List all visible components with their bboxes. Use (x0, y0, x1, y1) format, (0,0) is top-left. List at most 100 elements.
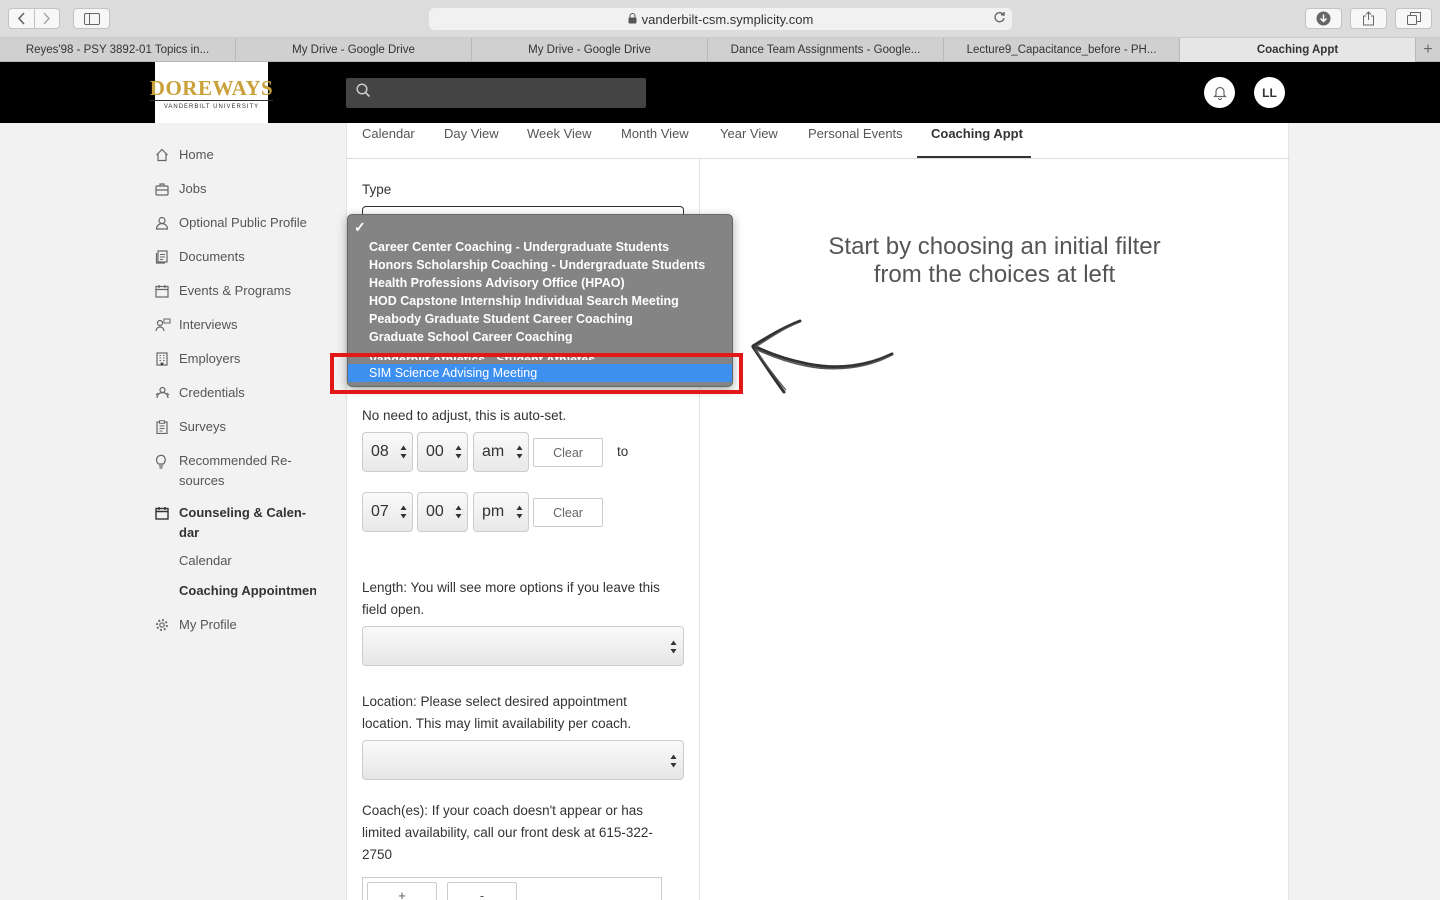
tab-day-view[interactable]: Day View (444, 126, 499, 141)
sidebar-item-label: Optional Public Profile (179, 215, 307, 230)
browser-tab-active[interactable]: Coaching Appt (1180, 38, 1416, 62)
start-hour-select[interactable]: 08 (362, 432, 413, 472)
calendar-icon (155, 503, 179, 523)
sidebar-item-label-group: Counseling & Calen- dar (179, 503, 306, 543)
browser-tab[interactable]: Dance Team Assignments - Google... (708, 38, 944, 62)
sidebar-subitem-calendar[interactable]: Calendar (179, 553, 232, 568)
coach-list-box: + - (362, 877, 662, 900)
stepper-arrows-icon (516, 445, 523, 459)
notifications-bell-icon[interactable] (1204, 77, 1235, 108)
end-hour-select[interactable]: 07 (362, 492, 413, 532)
logo-subtitle: VANDERBILT UNIVERSITY (163, 103, 260, 110)
forward-icon[interactable] (33, 9, 60, 28)
sidebar-item-employers[interactable]: Employers (155, 349, 240, 369)
tab-calendar[interactable]: Calendar (362, 126, 415, 141)
type-option[interactable]: Graduate School Career Coaching (348, 328, 732, 346)
calendar-icon (155, 281, 179, 301)
sidebar-item-label: Documents (179, 249, 245, 264)
sidebar-subitem-coaching-appointments[interactable]: Coaching Appointments (179, 583, 316, 598)
stepper-arrows-icon (455, 505, 462, 519)
browser-tab[interactable]: My Drive - Google Drive (472, 38, 708, 62)
tab-week-view[interactable]: Week View (527, 126, 592, 141)
location-select[interactable] (362, 740, 684, 780)
browser-tab[interactable]: My Drive - Google Drive (236, 38, 472, 62)
site-logo[interactable]: DOREWAYS VANDERBILT UNIVERSITY (149, 62, 274, 123)
sidebar-item-credentials[interactable]: Credentials (155, 383, 245, 403)
user-avatar[interactable]: LL (1254, 77, 1285, 108)
type-option[interactable]: Career Center Coaching - Undergraduate S… (348, 238, 732, 256)
download-icon[interactable] (1305, 8, 1342, 29)
length-label: Length: You will see more options if you… (362, 577, 660, 621)
sidebar-item-label: Recommended Re- (179, 453, 292, 468)
sidebar-item-interviews[interactable]: Interviews (155, 315, 238, 335)
sidebar-item-my-profile[interactable]: My Profile (155, 615, 237, 635)
filter-hint-text: Start by choosing an initial filter from… (828, 233, 1161, 288)
start-ampm-value: am (482, 443, 505, 460)
user-icon (155, 213, 179, 233)
coach-label: Coach(es): If your coach doesn't appear … (362, 800, 653, 866)
browser-tab[interactable]: Reyes'98 - PSY 3892-01 Topics in... (0, 38, 236, 62)
add-coach-button[interactable]: + (367, 882, 437, 900)
tabs-overview-icon[interactable] (1395, 8, 1432, 29)
annotation-highlight-box (330, 353, 743, 394)
clear-end-button[interactable]: Clear (533, 498, 603, 527)
coach-label-line1: Coach(es): If your coach doesn't appear … (362, 803, 643, 818)
tab-year-view[interactable]: Year View (720, 126, 778, 141)
site-header: DOREWAYS VANDERBILT UNIVERSITY LL (0, 62, 1440, 123)
length-select[interactable] (362, 626, 684, 666)
share-icon[interactable] (1350, 8, 1387, 29)
address-bar[interactable]: vanderbilt-csm.symplicity.com (429, 8, 1012, 30)
calendar-tabs: Calendar Day View Week View Month View Y… (347, 123, 1290, 159)
end-minute-select[interactable]: 00 (417, 492, 468, 532)
coach-label-line2: limited availability, call our front des… (362, 825, 653, 840)
interviews-icon (155, 315, 179, 335)
documents-icon (155, 247, 179, 267)
sidebar-item-label: Surveys (179, 419, 226, 434)
time-note: No need to adjust, this is auto-set. (362, 408, 567, 423)
start-minute-select[interactable]: 00 (417, 432, 468, 472)
coach-label-line3: 2750 (362, 847, 393, 862)
sidebar-item-documents[interactable]: Documents (155, 247, 245, 267)
sidebar-item-recommended-resources[interactable]: Recommended Re- sources (155, 451, 292, 491)
sidebar-item-jobs[interactable]: Jobs (155, 179, 206, 199)
end-ampm-value: pm (482, 503, 505, 520)
type-option[interactable]: HOD Capstone Internship Individual Searc… (348, 292, 732, 310)
sidebar-item-label: Home (179, 147, 214, 162)
reload-icon[interactable] (993, 11, 1006, 27)
sidebar-item-events[interactable]: Events & Programs (155, 281, 291, 301)
sidebar-item-label: Interviews (179, 317, 238, 332)
sidebar-toggle-icon[interactable] (73, 8, 110, 29)
sidebar-item-home[interactable]: Home (155, 145, 214, 165)
remove-coach-button[interactable]: - (447, 882, 517, 900)
tab-month-view[interactable]: Month View (621, 126, 689, 141)
browser-tab[interactable]: Lecture9_Capacitance_before - PH... (944, 38, 1180, 62)
sketched-arrow-icon (751, 319, 894, 394)
start-ampm-select[interactable]: am (473, 432, 529, 472)
lightbulb-icon (155, 451, 179, 471)
tab-personal-events[interactable]: Personal Events (808, 126, 903, 141)
sidebar-item-surveys[interactable]: Surveys (155, 417, 226, 437)
tab-coaching-appt[interactable]: Coaching Appt (931, 126, 1023, 141)
sidebar-item-label: Events & Programs (179, 283, 291, 298)
sidebar-item-counseling-calendar[interactable]: Counseling & Calen- dar (155, 503, 306, 543)
back-icon[interactable] (9, 9, 34, 28)
history-nav (8, 8, 60, 29)
new-tab-icon[interactable]: + (1416, 38, 1440, 62)
sidebar-item-label-cont: sources (179, 473, 225, 488)
clear-start-button[interactable]: Clear (533, 438, 603, 467)
building-icon (155, 349, 179, 369)
type-option[interactable]: Peabody Graduate Student Career Coaching (348, 310, 732, 328)
length-label-line2: field open. (362, 602, 425, 617)
type-option[interactable]: Honors Scholarship Coaching - Undergradu… (348, 256, 732, 274)
search-icon (356, 83, 371, 103)
stepper-arrows-icon (400, 505, 407, 519)
url-text: vanderbilt-csm.symplicity.com (641, 11, 814, 27)
browser-toolbar: vanderbilt-csm.symplicity.com (0, 0, 1440, 38)
end-ampm-select[interactable]: pm (473, 492, 529, 532)
checkmark-icon: ✓ (354, 219, 366, 235)
sidebar-item-label: Counseling & Calen- (179, 505, 307, 520)
site-search-input[interactable] (346, 78, 646, 108)
type-option[interactable]: Health Professions Advisory Office (HPAO… (348, 274, 732, 292)
select-arrows-icon (670, 754, 677, 768)
sidebar-item-public-profile[interactable]: Optional Public Profile (155, 213, 307, 233)
